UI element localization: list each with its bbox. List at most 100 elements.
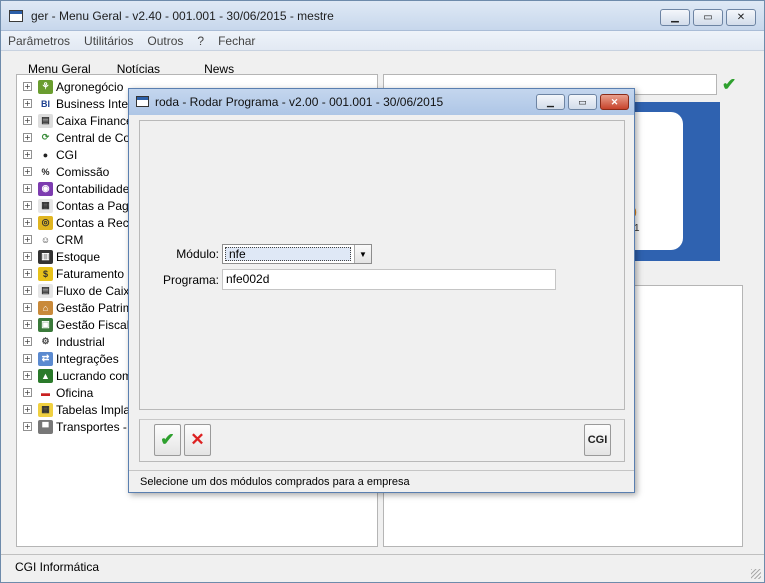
dialog-toolbar: ✔ ✕ CGI [139,419,625,462]
dialog-maximize-button[interactable]: ▭ [568,94,597,110]
expand-plus-icon[interactable]: + [23,286,32,295]
modulo-selected-value: nfe [225,247,351,261]
tree-item[interactable]: + ▦ Tabelas Implant [23,401,140,418]
tree-item-label: Oficina [56,385,94,400]
confirm-check-icon[interactable]: ✔ [722,75,736,95]
tree-item[interactable]: + ◉ Contabilidade [23,180,129,197]
menu-utilitarios[interactable]: Utilitários [77,34,140,48]
menu-help[interactable]: ? [190,34,211,48]
tree-item[interactable]: + ▲ Lucrando com V [23,367,143,384]
dialog-form-area: Módulo: nfe ▼ Programa: nfe002d [139,120,625,410]
tree-item[interactable]: + BI Business Intellig [23,95,143,112]
tree-item[interactable]: + ☺ CRM [23,231,83,248]
expand-plus-icon[interactable]: + [23,99,32,108]
menu-parametros[interactable]: Parâmetros [1,34,77,48]
maximize-icon: ▭ [703,12,713,23]
x-icon: ✕ [190,430,205,449]
cgi-button[interactable]: CGI [584,424,611,456]
purchase-icon: ⟳ [38,130,53,145]
percent-icon: % [38,164,53,179]
expand-plus-icon[interactable]: + [23,388,32,397]
expand-plus-icon[interactable]: + [23,218,32,227]
chevron-down-icon[interactable]: ▼ [354,245,371,263]
programa-row: Programa: nfe002d [113,269,556,290]
main-status-text: CGI Informática [15,560,100,574]
expand-plus-icon[interactable]: + [23,354,32,363]
tree-item[interactable]: + $ Faturamento [23,265,124,282]
tree-item[interactable]: + ⚘ Agronegócio [23,78,123,95]
close-icon: ✕ [610,96,619,107]
expand-plus-icon[interactable]: + [23,320,32,329]
cgi-logo-icon: CGI [587,434,608,446]
expand-plus-icon[interactable]: + [23,116,32,125]
menubar: Parâmetros Utilitários Outros ? Fechar [1,31,764,51]
tree-item-label: Contabilidade [56,181,130,196]
tree-item[interactable]: +% Comissão [23,163,109,180]
expand-plus-icon[interactable]: + [23,133,32,142]
cashflow-icon: ▤ [38,283,53,298]
dialog-close-button[interactable]: ✕ [600,94,629,110]
expand-plus-icon[interactable]: + [23,371,32,380]
cgi-icon: ● [38,147,53,162]
agro-icon: ⚘ [38,79,53,94]
tree-item-label: Industrial [56,334,105,349]
ok-button[interactable]: ✔ [154,424,181,456]
tree-item[interactable]: + ▥ Estoque [23,248,100,265]
expand-plus-icon[interactable]: + [23,167,32,176]
tree-item-label: CGI [56,147,78,162]
programa-input[interactable]: nfe002d [222,269,556,290]
cancel-button[interactable]: ✕ [184,424,211,456]
modulo-select[interactable]: nfe ▼ [222,244,372,264]
tree-item-label: Comissão [56,164,110,179]
main-titlebar[interactable]: ger - Menu Geral - v2.40 - 001.001 - 30/… [1,1,764,31]
tree-item[interactable]: + ● CGI [23,146,77,163]
expand-plus-icon[interactable]: + [23,184,32,193]
expand-plus-icon[interactable]: + [23,422,32,431]
crm-icon: ☺ [38,232,53,247]
programa-label: Programa: [162,272,219,287]
tree-item[interactable]: + ▀ Transportes - Tl [23,418,140,435]
dialog-window-icon [136,96,149,107]
tree-item[interactable]: + ▦ Contas a Pagar [23,197,139,214]
cash-icon: ▤ [38,113,53,128]
close-button[interactable]: ✕ [726,9,756,26]
dialog-titlebar[interactable]: roda - Rodar Programa - v2.00 - 001.001 … [129,89,634,115]
expand-plus-icon[interactable]: + [23,252,32,261]
expand-plus-icon[interactable]: + [23,150,32,159]
app-window-icon [9,10,23,22]
tree-item[interactable]: + ⇄ Integrações [23,350,119,367]
main-window-title: ger - Menu Geral - v2.40 - 001.001 - 30/… [31,9,334,23]
integration-icon: ⇄ [38,351,53,366]
minimize-icon: ▁ [671,12,679,23]
maximize-button[interactable]: ▭ [693,9,723,26]
minimize-button[interactable]: ▁ [660,9,690,26]
tree-item-label: CRM [56,232,84,247]
resize-grip-icon[interactable] [751,569,761,579]
dialog-statusbar: Selecione um dos módulos comprados para … [129,470,634,492]
payable-icon: ▦ [38,198,53,213]
expand-plus-icon[interactable]: + [23,82,32,91]
menu-outros[interactable]: Outros [140,34,190,48]
tree-item[interactable]: + ⚙ Industrial [23,333,105,350]
expand-plus-icon[interactable]: + [23,269,32,278]
menu-fechar[interactable]: Fechar [211,34,262,48]
tree-item[interactable]: + ▬ Oficina [23,384,93,401]
tree-item[interactable]: + ▣ Gestão Fiscal [23,316,129,333]
tree-item[interactable]: + ◎ Contas a Receb [23,214,142,231]
bi-icon: BI [38,96,53,111]
tree-item[interactable]: + ⌂ Gestão Patrimôr [23,299,143,316]
expand-plus-icon[interactable]: + [23,235,32,244]
expand-plus-icon[interactable]: + [23,303,32,312]
expand-plus-icon[interactable]: + [23,201,32,210]
tree-item-label: Agronegócio [56,79,124,94]
tree-item-label: Estoque [56,249,101,264]
table-icon: ▦ [38,402,53,417]
expand-plus-icon[interactable]: + [23,337,32,346]
accounting-icon: ◉ [38,181,53,196]
stock-icon: ▥ [38,249,53,264]
profit-icon: ▲ [38,368,53,383]
tree-item-label: Contas a Pagar [56,198,140,213]
expand-plus-icon[interactable]: + [23,405,32,414]
main-statusbar: CGI Informática [1,554,764,582]
dialog-minimize-button[interactable]: ▁ [536,94,565,110]
